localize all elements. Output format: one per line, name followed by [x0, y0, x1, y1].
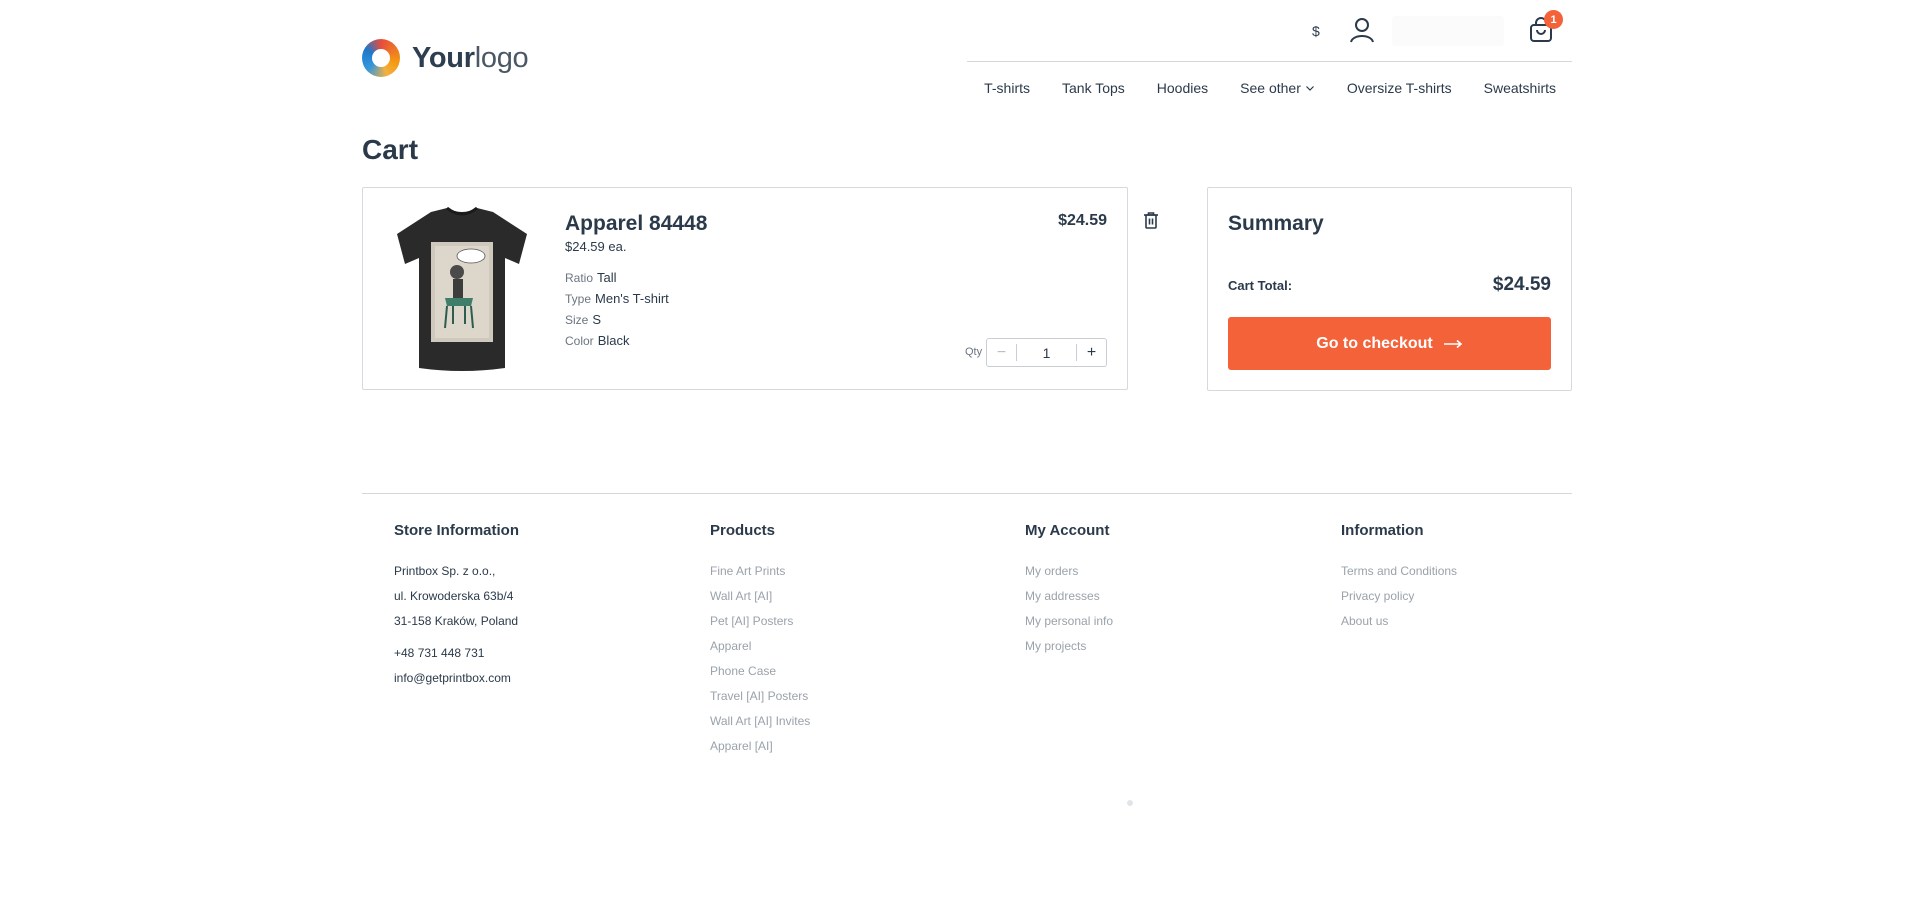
footer-information: Information Terms and Conditions Privacy…: [1341, 522, 1457, 634]
trash-icon[interactable]: [1143, 211, 1159, 229]
footer-link[interactable]: Phone Case: [710, 659, 810, 684]
address-line: Printbox Sp. z o.o.,: [394, 564, 496, 578]
user-account-icon[interactable]: [1350, 17, 1374, 43]
header-divider: [967, 61, 1572, 62]
footer-link[interactable]: My orders: [1025, 559, 1113, 584]
nav-item-t-shirts[interactable]: T-shirts: [968, 80, 1046, 96]
cart-total-value: $24.59: [1492, 274, 1551, 295]
search-input[interactable]: [1392, 16, 1504, 46]
nav-item-label: See other: [1240, 80, 1301, 96]
footer-link[interactable]: Travel [AI] Posters: [710, 684, 810, 709]
footer-heading: My Account: [1025, 522, 1110, 539]
chevron-down-icon: [1305, 86, 1314, 91]
nav-item-hoodies[interactable]: Hoodies: [1141, 80, 1224, 96]
footer-store-information: Store Information Printbox Sp. z o.o., u…: [394, 522, 519, 691]
footer-divider: [362, 493, 1572, 494]
attribute-value: Men's T-shirt: [595, 291, 669, 306]
increase-qty-button[interactable]: +: [1076, 344, 1106, 361]
cart-total-label: Cart Total:: [1228, 278, 1293, 293]
attribute-key: Color: [565, 334, 594, 348]
footer-my-account: My Account My orders My addresses My per…: [1025, 522, 1113, 659]
footer-link[interactable]: Wall Art [AI] Invites: [710, 709, 810, 734]
attribute-type: Type Men's T-shirt: [565, 291, 669, 306]
attribute-size: Size S: [565, 312, 601, 327]
line-total-price: $24.59: [1058, 212, 1107, 229]
attribute-color: Color Black: [565, 333, 629, 348]
attribute-value: Black: [597, 333, 630, 348]
footer-link[interactable]: My addresses: [1025, 584, 1113, 609]
footer-link[interactable]: Wall Art [AI]: [710, 584, 810, 609]
footer-link[interactable]: My projects: [1025, 634, 1113, 659]
footer-link[interactable]: Apparel [AI]: [710, 734, 810, 759]
main-nav: T-shirts Tank Tops Hoodies See other Ove…: [967, 80, 1572, 96]
footer-link[interactable]: Pet [AI] Posters: [710, 609, 810, 634]
footer-heading: Information: [1341, 522, 1424, 539]
phone-link[interactable]: +48 731 448 731: [394, 641, 519, 666]
checkout-button[interactable]: Go to checkout: [1228, 317, 1551, 370]
attribute-key: Ratio: [565, 271, 594, 285]
attribute-value: Tall: [597, 270, 617, 285]
quantity-input[interactable]: 1: [1017, 345, 1076, 361]
logo-mark-icon: [362, 39, 400, 77]
nav-item-oversize-t-shirts[interactable]: Oversize T-shirts: [1331, 80, 1468, 96]
cart-count-badge: 1: [1544, 10, 1563, 29]
footer-link[interactable]: Privacy policy: [1341, 584, 1457, 609]
attribute-key: Size: [565, 313, 589, 327]
nav-item-tank-tops[interactable]: Tank Tops: [1046, 80, 1141, 96]
checkout-label: Go to checkout: [1316, 334, 1433, 352]
nav-item-sweatshirts[interactable]: Sweatshirts: [1468, 80, 1572, 96]
decrease-qty-button[interactable]: −: [987, 344, 1017, 361]
email-link[interactable]: info@getprintbox.com: [394, 666, 519, 691]
product-thumbnail[interactable]: [393, 206, 531, 374]
loading-dot: [1127, 800, 1133, 806]
logo-text: Yourlogo: [412, 41, 529, 74]
footer-link[interactable]: My personal info: [1025, 609, 1113, 634]
arrow-right-icon: [1443, 339, 1462, 348]
footer-link[interactable]: About us: [1341, 609, 1457, 634]
summary-title: Summary: [1228, 212, 1324, 235]
attribute-value: S: [592, 312, 602, 327]
page-title: Cart: [362, 134, 419, 165]
cart-item-card: Apparel 84448 $24.59 ea. Ratio Tall Type M…: [362, 187, 1128, 390]
attribute-ratio: Ratio Tall: [565, 270, 617, 285]
attribute-key: Type: [565, 292, 592, 306]
footer-link[interactable]: Apparel: [710, 634, 810, 659]
nav-item-see-other[interactable]: See other: [1224, 80, 1331, 96]
product-name[interactable]: Apparel 84448: [565, 212, 707, 236]
footer-link[interactable]: Terms and Conditions: [1341, 559, 1457, 584]
store-logo[interactable]: Yourlogo: [362, 39, 529, 77]
currency-selector[interactable]: $: [1312, 23, 1320, 39]
address-line: 31-158 Kraków, Poland: [394, 614, 519, 628]
footer-heading: Products: [710, 522, 776, 539]
qty-label: Qty: [965, 346, 983, 358]
footer-products: Products Fine Art Prints Wall Art [AI] P…: [710, 522, 810, 759]
footer-heading: Store Information: [394, 522, 520, 539]
quantity-stepper: − 1 +: [986, 338, 1107, 367]
footer-link[interactable]: Fine Art Prints: [710, 559, 810, 584]
order-summary: Summary Cart Total: $24.59 Go to checkou…: [1207, 187, 1572, 391]
unit-price: $24.59 ea.: [565, 239, 627, 254]
address-line: ul. Krowoderska 63b/4: [394, 589, 514, 603]
